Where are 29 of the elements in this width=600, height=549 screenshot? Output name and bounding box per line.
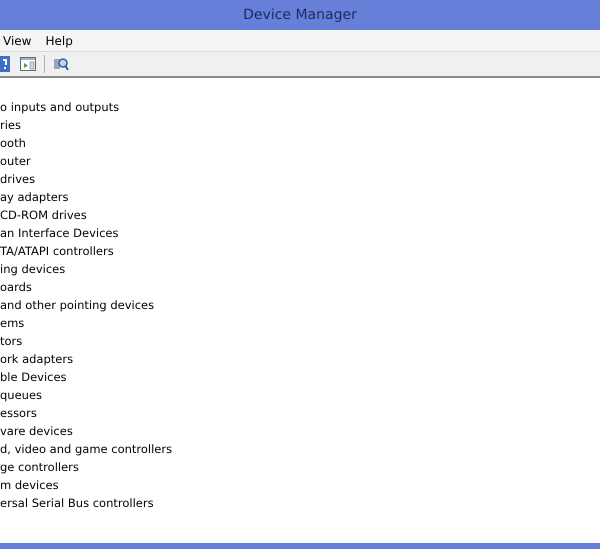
- tree-item[interactable]: outer: [0, 152, 600, 170]
- tree-item[interactable]: drives: [0, 170, 600, 188]
- window-title: Device Manager: [243, 6, 357, 24]
- tree-item[interactable]: oards: [0, 278, 600, 296]
- tree-item[interactable]: ge controllers: [0, 458, 600, 476]
- tree-item[interactable]: an Interface Devices: [0, 224, 600, 242]
- tree-item[interactable]: m devices: [0, 476, 600, 494]
- tree-item[interactable]: tors: [0, 332, 600, 350]
- menu-item[interactable]: View: [3, 32, 32, 50]
- tree-item[interactable]: queues: [0, 386, 600, 404]
- tree-item[interactable]: ooth: [0, 134, 600, 152]
- tree-item[interactable]: ork adapters: [0, 350, 600, 368]
- tree-item[interactable]: CD-ROM drives: [0, 206, 600, 224]
- tree-item[interactable]: d, video and game controllers: [0, 440, 600, 458]
- tree-item[interactable]: and other pointing devices: [0, 296, 600, 314]
- menu-item[interactable]: Help: [45, 32, 73, 50]
- tree-item[interactable]: vare devices: [0, 422, 600, 440]
- tree-item[interactable]: TA/ATAPI controllers: [0, 242, 600, 260]
- tree-item[interactable]: ems: [0, 314, 600, 332]
- tree-item[interactable]: essors: [0, 404, 600, 422]
- tree-item[interactable]: ries: [0, 116, 600, 134]
- scan-hardware-icon[interactable]: [53, 56, 69, 72]
- tree-item[interactable]: ersal Serial Bus controllers: [0, 494, 600, 512]
- tree-item[interactable]: ay adapters: [0, 188, 600, 206]
- tree-item[interactable]: ble Devices: [0, 368, 600, 386]
- tree-item[interactable]: o inputs and outputs: [0, 98, 600, 116]
- help-icon[interactable]: [0, 56, 10, 72]
- window-icon[interactable]: [20, 57, 36, 71]
- tree-item[interactable]: ing devices: [0, 260, 600, 278]
